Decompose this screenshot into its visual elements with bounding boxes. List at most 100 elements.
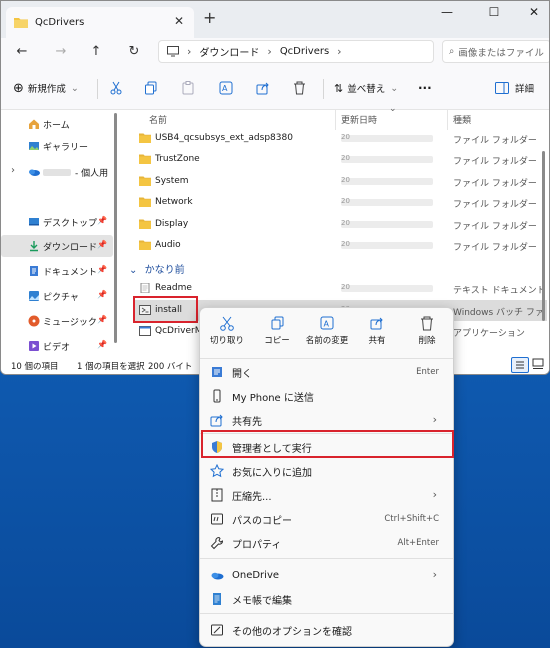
details-view-button[interactable]	[511, 357, 529, 373]
tiles-view-icon	[532, 358, 544, 369]
quick-action-rename[interactable]: A 名前の変更	[302, 316, 352, 346]
tab-qcdrivers[interactable]: QcDrivers ✕	[6, 7, 194, 38]
chevron-down-icon: ⌄	[129, 265, 138, 276]
group-header-earlier[interactable]: ⌄ かなり前	[129, 261, 185, 276]
list-view-icon	[516, 361, 524, 369]
menu-item-share-to[interactable]: 共有先 ›	[204, 408, 449, 432]
cut-button[interactable]	[109, 79, 123, 97]
folder-icon	[139, 133, 151, 143]
menu-item-onedrive[interactable]: OneDrive ›	[204, 563, 449, 587]
monitor-icon	[167, 46, 179, 57]
file-row-folder[interactable]: Display 20 ファイル フォルダー	[135, 214, 547, 235]
paste-icon	[182, 81, 194, 95]
more-options-icon	[211, 624, 223, 636]
more-button[interactable]: ···	[418, 79, 432, 97]
title-bar: QcDrivers ✕ + — ☐ ✕	[1, 1, 549, 38]
menu-item-edit-notepad[interactable]: メモ帳で編集	[204, 587, 449, 611]
share-button[interactable]	[256, 79, 270, 97]
file-row-folder[interactable]: Network 20 ファイル フォルダー	[135, 192, 547, 213]
nav-item-gallery[interactable]: ギャラリー	[1, 135, 113, 157]
details-button[interactable]: 詳細	[495, 79, 534, 97]
menu-item-open[interactable]: 開く Enter	[204, 360, 449, 384]
svg-text:A: A	[222, 84, 228, 93]
close-window-button[interactable]: ✕	[514, 5, 549, 23]
home-icon	[29, 119, 39, 129]
nav-item-music[interactable]: ミュージック 📌	[1, 310, 113, 332]
menu-item-send-to-phone[interactable]: My Phone に送信	[204, 384, 449, 408]
menu-item-compress[interactable]: 圧縮先... ›	[204, 483, 449, 507]
column-header-type[interactable]: 種類	[453, 113, 471, 127]
menu-item-properties[interactable]: プロパティ Alt+Enter	[204, 531, 449, 555]
share-icon	[370, 317, 383, 330]
nav-pane-scrollbar[interactable]	[114, 113, 117, 343]
tab-close-icon[interactable]: ✕	[174, 15, 184, 27]
open-icon	[212, 367, 222, 377]
application-icon	[139, 326, 151, 336]
date-redacted: 20	[341, 283, 433, 292]
menu-item-more-options[interactable]: その他のオプションを確認	[204, 618, 449, 642]
date-redacted: 20	[341, 197, 433, 206]
date-redacted: 20	[341, 133, 433, 142]
pictures-icon	[29, 291, 39, 301]
tiles-view-button[interactable]	[532, 358, 544, 373]
sort-label: 並べ替え	[347, 84, 386, 95]
folder-icon	[139, 219, 151, 229]
navigation-pane: ホーム ギャラリー › - 個人用 デスクトップ 📌 ダウンロード 📌 ドキュメ…	[1, 110, 119, 354]
file-row-folder[interactable]: USB4_qcsubsys_ext_adsp8380 20 ファイル フォルダー	[135, 128, 547, 149]
paste-button[interactable]	[181, 79, 195, 97]
maximize-button[interactable]: ☐	[474, 5, 514, 23]
quick-action-share[interactable]: 共有	[352, 316, 402, 346]
quick-action-copy[interactable]: コピー	[252, 316, 302, 346]
new-label: 新規作成	[27, 84, 66, 95]
nav-item-desktop[interactable]: デスクトップ 📌	[1, 211, 113, 233]
menu-item-copy-path[interactable]: パスのコピー Ctrl+Shift+C	[204, 507, 449, 531]
file-row-folder[interactable]: Audio 20 ファイル フォルダー	[135, 235, 547, 256]
highlight-install-file	[133, 296, 198, 323]
nav-item-downloads[interactable]: ダウンロード 📌	[1, 235, 113, 257]
rename-button[interactable]: A	[219, 79, 233, 97]
copy-icon	[145, 81, 157, 95]
column-divider	[335, 110, 336, 130]
menu-divider	[200, 613, 453, 614]
copy-icon	[271, 316, 284, 330]
date-redacted: 20	[341, 240, 433, 249]
nav-item-pictures[interactable]: ピクチャ 📌	[1, 285, 113, 307]
file-row-folder[interactable]: TrustZone 20 ファイル フォルダー	[135, 149, 547, 170]
tab-title: QcDrivers	[35, 17, 85, 28]
rename-icon: A	[219, 81, 233, 95]
column-header-name[interactable]: 名前	[149, 113, 167, 127]
file-row-folder[interactable]: System 20 ファイル フォルダー	[135, 171, 547, 192]
status-size: 200 バイト	[148, 362, 193, 372]
menu-divider	[200, 558, 453, 559]
menu-item-add-favorites[interactable]: お気に入りに追加	[204, 459, 449, 483]
chevron-right-icon: ›	[432, 488, 437, 501]
quick-action-delete[interactable]: 削除	[402, 316, 452, 346]
download-icon	[30, 241, 38, 252]
address-input[interactable]: › ダウンロード › QcDrivers ›	[158, 40, 434, 63]
account-name-redacted	[43, 168, 71, 176]
nav-item-onedrive-personal[interactable]: › - 個人用	[1, 161, 113, 183]
quick-action-cut[interactable]: 切り取り	[202, 316, 252, 346]
new-button[interactable]: ⊕ 新規作成 ⌄	[13, 79, 79, 97]
minimize-button[interactable]: —	[427, 5, 467, 23]
breadcrumb-downloads[interactable]: ダウンロード	[199, 44, 259, 59]
sort-icon: ⇅	[334, 81, 344, 95]
search-input[interactable]: ⌕ 画像またはファイル	[442, 40, 549, 63]
back-button[interactable]: ←	[13, 43, 31, 61]
copy-button[interactable]	[144, 79, 158, 97]
text-file-icon	[140, 283, 150, 293]
nav-item-home[interactable]: ホーム	[1, 113, 113, 135]
new-tab-button[interactable]: +	[203, 10, 216, 26]
up-button[interactable]: ↑	[87, 43, 105, 61]
column-header-date[interactable]: 更新日時	[341, 113, 377, 127]
file-list-scrollbar[interactable]	[542, 151, 545, 321]
delete-button[interactable]	[293, 79, 306, 97]
chevron-right-icon: ›	[187, 45, 192, 58]
refresh-button[interactable]: ↻	[125, 43, 143, 61]
chevron-down-icon: ⌄	[70, 82, 79, 94]
nav-item-documents[interactable]: ドキュメント 📌	[1, 260, 113, 282]
toolbar-divider	[97, 79, 98, 99]
sort-button[interactable]: ⇅ 並べ替え ⌄	[334, 79, 398, 97]
forward-button[interactable]: →	[52, 43, 70, 61]
breadcrumb-qcdrivers[interactable]: QcDrivers	[280, 46, 329, 57]
